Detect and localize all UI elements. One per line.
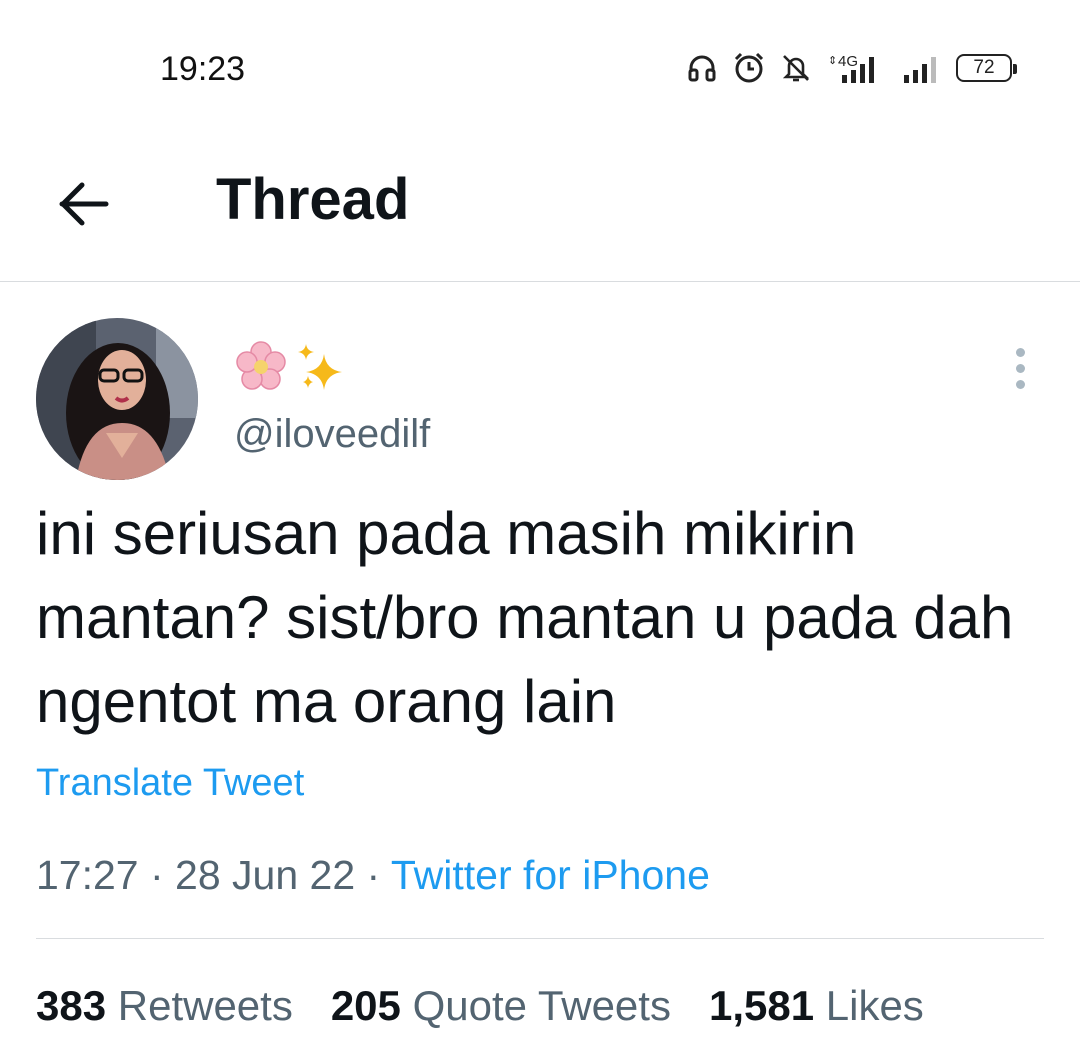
quote-tweets-count: 205 — [330, 982, 401, 1029]
more-options-button[interactable] — [998, 340, 1042, 396]
battery-icon: 72 — [956, 54, 1017, 82]
likes-count: 1,581 — [708, 982, 815, 1029]
alarm-icon — [732, 51, 766, 85]
svg-text:⇕: ⇕ — [828, 55, 837, 67]
status-bar: 19:23 ⇕ 4G 72 — [0, 0, 1080, 130]
tweet-metadata: 17:27 · 28 Jun 22 · Twitter for iPhone — [36, 852, 710, 899]
tweet-text: ini seriusan pada masih mikirin mantan? … — [36, 500, 1014, 735]
quote-tweets-stat[interactable]: 205 Quote Tweets — [331, 982, 671, 1030]
signal-icon — [902, 51, 942, 85]
arrow-left-icon — [59, 182, 109, 226]
user-handle[interactable]: @iloveedilf — [234, 412, 430, 457]
meta-separator-2: · — [355, 852, 391, 898]
page-title: Thread — [216, 167, 410, 232]
signal-4g-icon: ⇕ 4G — [826, 51, 888, 85]
cherry-blossom-icon — [236, 341, 286, 390]
more-vertical-icon — [1015, 347, 1025, 357]
tweet-stats: 383 Retweets 205 Quote Tweets 1,581 Like… — [36, 982, 924, 1030]
back-button[interactable] — [52, 172, 116, 236]
status-icons: ⇕ 4G 72 — [686, 48, 1017, 88]
network-label: 4G — [838, 53, 858, 70]
divider — [36, 938, 1044, 939]
bell-off-icon — [780, 52, 812, 84]
tweet-date: 28 Jun 22 — [175, 852, 356, 898]
tweet-time: 17:27 — [36, 852, 139, 898]
likes-stat[interactable]: 1,581 Likes — [709, 982, 924, 1030]
likes-label: Likes — [825, 982, 924, 1029]
thread-header: Thread — [0, 130, 1080, 282]
translate-tweet-link[interactable]: Translate Tweet — [36, 762, 304, 805]
meta-separator: · — [138, 852, 176, 898]
retweets-count: 383 — [36, 982, 107, 1029]
retweets-label: Retweets — [117, 982, 293, 1029]
display-name[interactable]: 🌸✨ — [234, 338, 348, 396]
sparkles-icon — [298, 344, 342, 390]
quote-tweets-label: Quote Tweets — [412, 982, 671, 1029]
headphones-icon — [686, 52, 718, 84]
avatar[interactable] — [36, 318, 198, 480]
retweets-stat[interactable]: 383 Retweets — [36, 982, 293, 1030]
tweet-source-link[interactable]: Twitter for iPhone — [391, 852, 710, 898]
status-time: 19:23 — [160, 50, 246, 88]
